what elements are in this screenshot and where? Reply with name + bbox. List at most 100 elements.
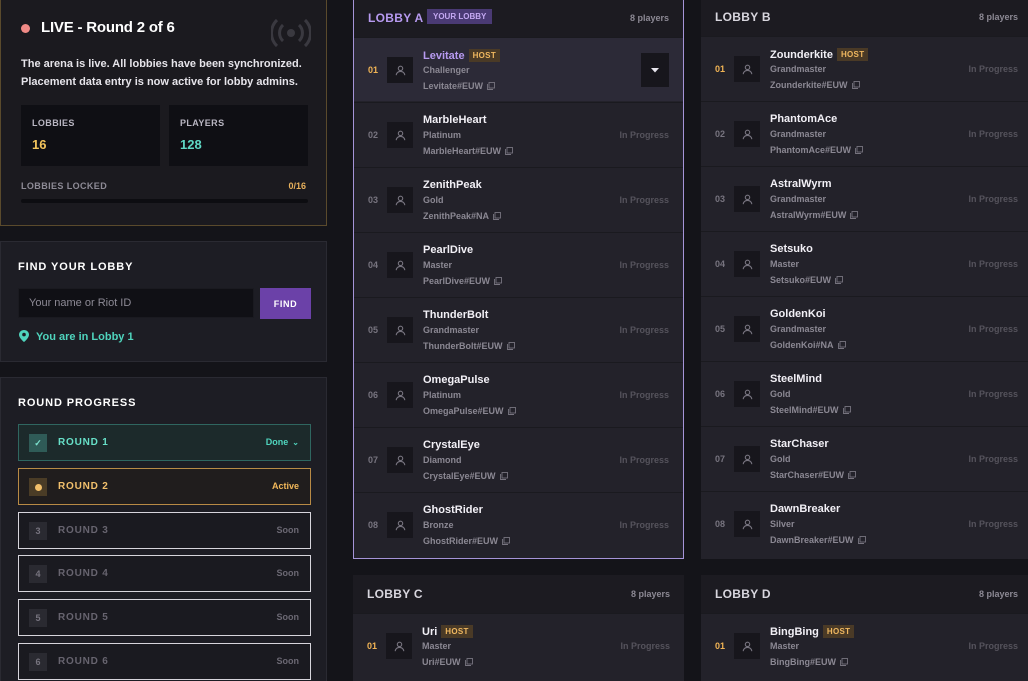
player-row[interactable]: 06 SteelMind Gold SteelMind#EUW In Progress	[701, 361, 1028, 425]
player-row[interactable]: 02 PhantomAce Grandmaster PhantomAce#EUW In …	[701, 101, 1028, 165]
player-row[interactable]: 01 Zounderkite HOST Grandmaster Zounderkite#…	[701, 36, 1028, 100]
expand-button[interactable]	[641, 53, 669, 87]
player-status: In Progress	[968, 324, 1018, 334]
user-icon	[742, 519, 752, 529]
player-name: Levitate HOST	[423, 49, 501, 62]
player-row[interactable]: 07 CrystalEye Diamond CrystalEye#EUW In Prog…	[354, 427, 683, 491]
player-rank: Gold	[423, 195, 444, 205]
riot-id-text: Levitate#EUW	[423, 81, 484, 91]
riot-id: MarbleHeart#EUW	[423, 146, 513, 156]
player-name: Setsuko	[770, 243, 813, 255]
player-name-text: GhostRider	[423, 504, 483, 516]
avatar	[734, 381, 760, 407]
round-progress-title: ROUND PROGRESS	[18, 397, 137, 409]
copy-icon[interactable]	[855, 146, 863, 154]
user-icon	[742, 129, 752, 139]
copy-icon[interactable]	[487, 82, 495, 90]
copy-icon[interactable]	[507, 407, 516, 415]
player-row[interactable]: 02 MarbleHeart Platinum MarbleHeart#EUW In P…	[354, 102, 683, 166]
round-item[interactable]: 3 ROUND 3 Soon	[18, 512, 311, 549]
player-row[interactable]: 01 Uri HOST Master Uri#EUW In Progress	[353, 613, 684, 677]
player-rank: Grandmaster	[423, 325, 480, 335]
user-icon	[395, 260, 405, 270]
copy-icon[interactable]	[842, 406, 851, 414]
player-name: Zounderkite HOST	[770, 48, 869, 61]
copy-icon[interactable]	[835, 276, 843, 284]
player-name: DawnBreaker	[770, 503, 840, 515]
player-row[interactable]: 08 GhostRider Bronze GhostRider#EUW In Progr…	[354, 492, 683, 556]
riot-id: StarChaser#EUW	[770, 470, 856, 480]
player-row[interactable]: 01 BingBing HOST Master BingBing#EUW In Progr…	[701, 613, 1028, 677]
player-name: CrystalEye	[423, 439, 480, 451]
copy-icon[interactable]	[494, 277, 502, 285]
player-row[interactable]: 04 PearlDive Master PearlDive#EUW In Progres…	[354, 232, 683, 296]
player-name: AstralWyrm	[770, 178, 832, 190]
riot-id-text: PhantomAce#EUW	[770, 145, 852, 155]
player-name-text: PearlDive	[423, 244, 474, 256]
copy-icon[interactable]	[851, 81, 860, 89]
round-status: Soon	[277, 612, 300, 622]
copy-icon[interactable]	[857, 536, 866, 544]
search-input[interactable]	[18, 288, 254, 318]
copy-icon[interactable]	[506, 342, 515, 350]
seat-number: 02	[368, 130, 379, 140]
round-item[interactable]: ✓ ROUND 1 Done ⌄	[18, 424, 311, 461]
player-name-text: ZenithPeak	[423, 179, 482, 191]
copy-icon[interactable]	[505, 147, 513, 155]
round-status-text: Soon	[276, 612, 300, 622]
player-row[interactable]: 01 Levitate HOST Challenger Levitate#EUW	[354, 37, 683, 101]
find-button[interactable]: FIND	[260, 288, 311, 319]
user-icon	[742, 194, 752, 204]
copy-icon[interactable]	[850, 211, 859, 219]
player-name-text: MarbleHeart	[423, 114, 487, 126]
round-item[interactable]: ROUND 2 Active	[18, 468, 311, 505]
round-item[interactable]: 4 ROUND 4 Soon	[18, 555, 311, 592]
copy-icon[interactable]	[848, 471, 856, 479]
player-row[interactable]: 05 ThunderBolt Grandmaster ThunderBolt#EUW I…	[354, 297, 683, 361]
lobby-header: LOBBY A YOUR LOBBY 8 players	[354, 0, 683, 37]
round-item[interactable]: 5 ROUND 5 Soon	[18, 599, 311, 636]
player-name: OmegaPulse	[423, 374, 490, 386]
user-icon	[742, 324, 752, 334]
riot-id: PhantomAce#EUW	[770, 145, 863, 155]
player-row[interactable]: 07 StarChaser Gold StarChaser#EUW In Progres…	[701, 426, 1028, 490]
player-row[interactable]: 04 Setsuko Master Setsuko#EUW In Progress	[701, 231, 1028, 295]
player-row[interactable]: 06 OmegaPulse Platinum OmegaPulse#EUW In Pro…	[354, 362, 683, 426]
avatar	[734, 633, 760, 659]
round-item[interactable]: 6 ROUND 6 Soon	[18, 643, 311, 680]
chevron-down-icon	[651, 67, 659, 72]
player-row[interactable]: 08 DawnBreaker Silver DawnBreaker#EUW In Pro…	[701, 491, 1028, 555]
copy-icon[interactable]	[499, 472, 508, 480]
seat-number: 01	[368, 65, 379, 75]
player-name-text: SteelMind	[770, 373, 822, 385]
player-row[interactable]: 03 AstralWyrm Grandmaster AstralWyrm#EUW In …	[701, 166, 1028, 230]
player-name: GoldenKoi	[770, 308, 826, 320]
player-name: BingBing HOST	[770, 625, 855, 638]
user-icon	[395, 130, 405, 140]
seat-number: 08	[715, 519, 726, 529]
user-icon	[742, 454, 752, 464]
player-name: Uri HOST	[422, 625, 473, 638]
check-icon: ✓	[29, 434, 47, 452]
active-dot-icon	[34, 483, 42, 491]
player-name-text: DawnBreaker	[770, 503, 841, 515]
player-name-text: PhantomAce	[770, 113, 838, 125]
seat-number: 06	[715, 389, 726, 399]
copy-icon[interactable]	[840, 658, 848, 666]
seat-number: 02	[715, 129, 726, 139]
copy-icon[interactable]	[493, 212, 501, 220]
avatar	[386, 633, 412, 659]
avatar	[734, 316, 760, 342]
copy-icon[interactable]	[837, 341, 846, 349]
player-status: In Progress	[619, 455, 669, 465]
player-row[interactable]: 05 GoldenKoi Grandmaster GoldenKoi#NA In Pro…	[701, 296, 1028, 360]
player-rank: Grandmaster	[770, 64, 827, 74]
seat-number: 05	[368, 325, 379, 335]
riot-id-text: Zounderkite#EUW	[770, 80, 848, 90]
riot-id-text: ZenithPeak#NA	[423, 211, 490, 221]
riot-id-text: BingBing#EUW	[770, 657, 836, 667]
copy-icon[interactable]	[464, 658, 473, 666]
copy-icon[interactable]	[502, 537, 510, 545]
chevron-down-icon[interactable]: ⌄	[292, 438, 299, 447]
player-row[interactable]: 03 ZenithPeak Gold ZenithPeak#NA In Progress	[354, 167, 683, 231]
